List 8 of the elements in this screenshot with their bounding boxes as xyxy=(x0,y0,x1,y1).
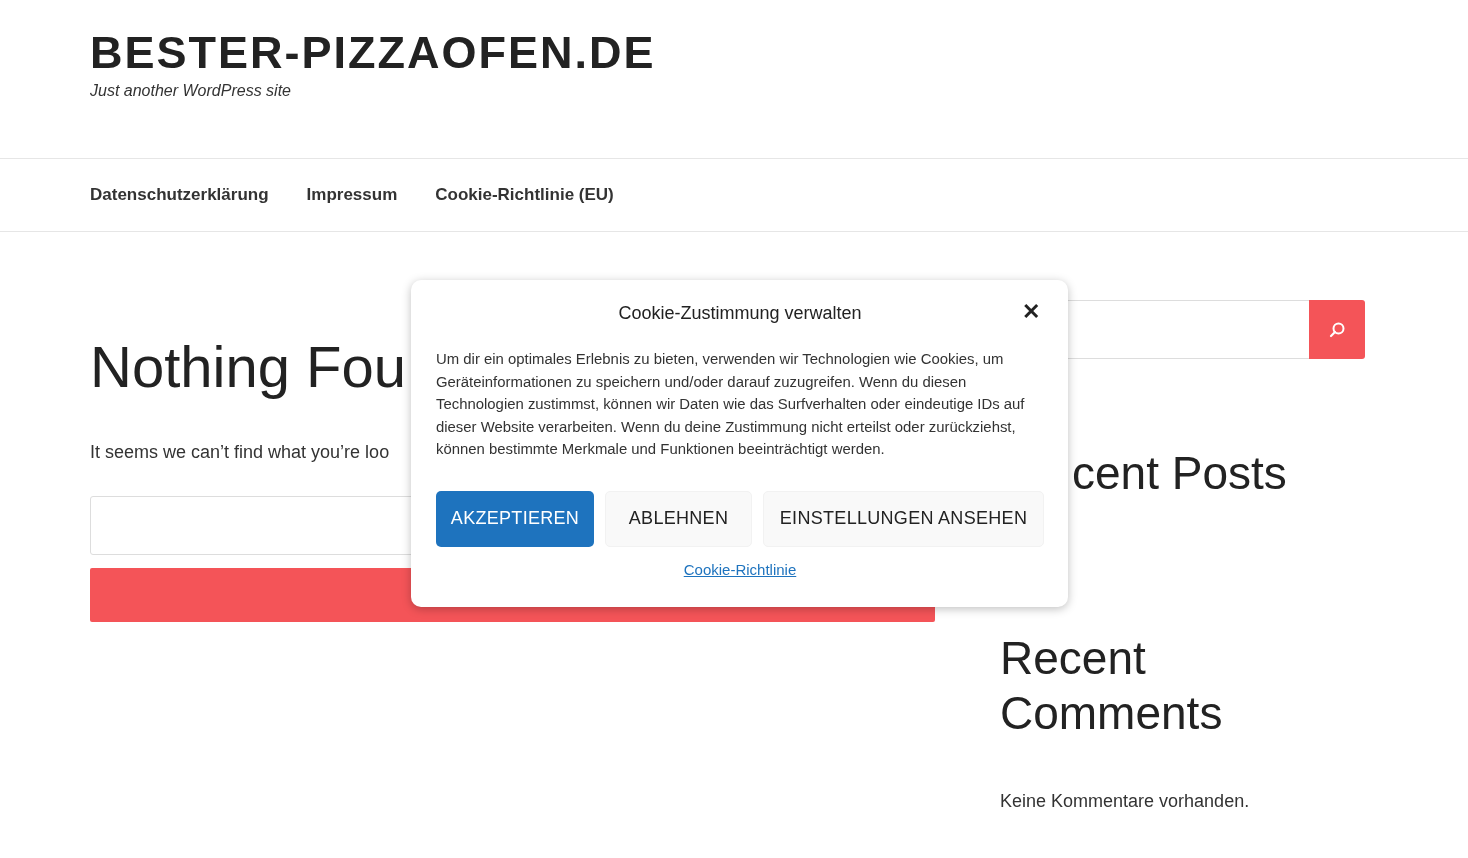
dialog-text: Um dir ein optimales Erlebnis zu bieten, verwenden wir Technologien wie Cookies, um Geräteinformationen zu speichern und/oder darauf zuzugreifen. Wenn du diesen Technologien zustimmst, können wir Daten wie das Surfverhalten oder eindeutige IDs auf dieser Website verarbeiten. Wenn du deine Zustimmung nicht erteilst oder zurückziehst, können bestimmte Merkmale und Funktionen beeinträchtigt werden. xyxy=(436,350,1026,459)
dialog-title: Cookie-Zustimmung verwalten xyxy=(618,302,862,324)
widget-heading: Recent Comments xyxy=(1000,631,1224,741)
site-tagline: Just another WordPress site xyxy=(90,82,292,100)
not-found-message: It seems we can’t find what you’re loo xyxy=(90,442,390,463)
no-comments-text: Keine Kommentare vorhanden. xyxy=(1000,791,1251,812)
widget-heading: cent Posts xyxy=(1071,446,1288,501)
page-heading: Nothing Fou xyxy=(90,333,406,401)
